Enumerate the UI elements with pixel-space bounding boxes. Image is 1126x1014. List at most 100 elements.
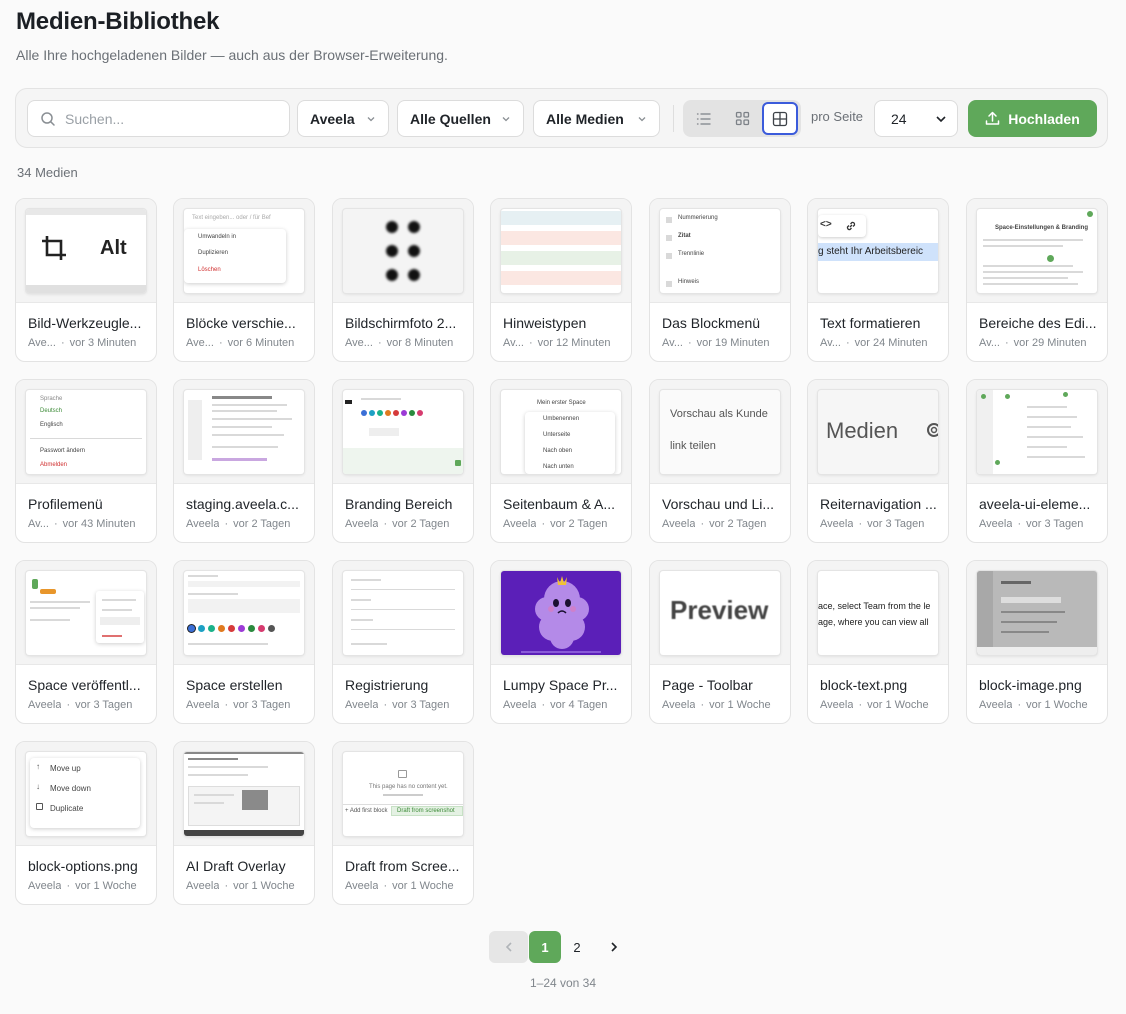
media-card[interactable]: AI Draft Overlay Aveela · vor 1 Woche — [173, 741, 315, 905]
thumbnail-frame: This page has no content yet. + Add firs… — [333, 742, 473, 846]
drag-handle-icon — [386, 221, 420, 281]
per-page-value: 24 — [891, 110, 907, 127]
media-meta: Aveela · vor 2 Tagen — [186, 518, 314, 530]
search-box[interactable] — [27, 100, 290, 137]
list-view-button[interactable] — [686, 102, 722, 135]
media-card[interactable]: Branding Bereich Aveela · vor 2 Tagen — [332, 379, 474, 543]
chevron-right-icon — [611, 942, 618, 952]
thumb-text: Draft from screenshot — [397, 808, 455, 814]
media-time: vor 2 Tagen — [709, 518, 767, 530]
upload-button[interactable]: Hochladen — [968, 100, 1097, 137]
thumbnail-frame — [333, 380, 473, 484]
media-card[interactable]: Registrierung Aveela · vor 3 Tagen — [332, 560, 474, 724]
page-title: Medien-Bibliothek — [16, 8, 220, 35]
media-thumbnail: Preview — [660, 571, 780, 655]
media-card[interactable]: Preview Page - Toolbar Aveela · vor 1 Woch… — [649, 560, 791, 724]
meta-dot: · — [54, 518, 58, 530]
media-name: block-image.png — [979, 677, 1082, 693]
media-name: Profilemenü — [28, 496, 103, 512]
media-time: vor 3 Tagen — [75, 699, 133, 711]
media-card[interactable]: aveela-ui-eleme... Aveela · vor 3 Tagen — [966, 379, 1108, 543]
source-filter-dropdown[interactable]: Alle Quellen — [397, 100, 524, 137]
meta-dot: · — [541, 699, 546, 711]
chevron-down-icon — [936, 116, 946, 123]
search-input[interactable] — [65, 110, 265, 127]
media-source: Aveela — [28, 699, 62, 711]
media-name: Hinweistypen — [503, 315, 587, 331]
copy-icon — [36, 803, 43, 810]
media-meta: Aveela · vor 3 Tagen — [28, 699, 156, 711]
media-card[interactable]: Hinweistypen Av... · vor 12 Minuten — [490, 198, 632, 362]
media-card[interactable]: Vorschau als Kunde link teilen Vorschau … — [649, 379, 791, 543]
media-meta: Aveela · vor 2 Tagen — [662, 518, 790, 530]
media-thumbnail: ace, select Team from the le age, where … — [818, 571, 938, 655]
media-thumbnail — [343, 571, 463, 655]
thumb-text: Text eingeben... oder / für Bef — [192, 215, 271, 221]
media-card[interactable]: block-image.png Aveela · vor 1 Woche — [966, 560, 1108, 724]
media-card[interactable]: Alt Bild-Werkzeugle... Ave... · vor 3 Minu… — [15, 198, 157, 362]
media-card[interactable]: This page has no content yet. + Add firs… — [332, 741, 474, 905]
media-card[interactable]: ace, select Team from the le age, where … — [807, 560, 949, 724]
meta-dot: · — [66, 699, 71, 711]
grid-view-button[interactable] — [724, 102, 760, 135]
media-source: Aveela — [345, 699, 379, 711]
thumb-text: Move up — [50, 764, 81, 773]
media-card[interactable]: ↑ Move up ↓ Move down Duplicate block-op… — [15, 741, 157, 905]
media-card[interactable]: Space erstellen Aveela · vor 3 Tagen — [173, 560, 315, 724]
media-card[interactable]: <> g steht Ihr Arbeitsbereic Text format… — [807, 198, 949, 362]
thumb-text: + Add first block — [345, 808, 388, 814]
thumb-text: Englisch — [40, 422, 63, 428]
source-filter-label: Alle Quellen — [410, 110, 491, 127]
media-card[interactable]: Space veröffentl... Aveela · vor 3 Tagen — [15, 560, 157, 724]
media-card[interactable]: Space-Einstellungen & Branding Bereiche … — [966, 198, 1108, 362]
page-button[interactable]: 1 — [529, 931, 561, 963]
code-icon: <> — [820, 219, 832, 230]
media-meta: Ave... · vor 8 Minuten — [345, 337, 473, 349]
media-source: Aveela — [345, 880, 379, 892]
media-time: vor 1 Woche — [1026, 699, 1088, 711]
media-source: Av... — [662, 337, 683, 349]
media-time: vor 24 Minuten — [854, 337, 928, 349]
view-mode-toggle — [683, 100, 801, 137]
media-time: vor 3 Tagen — [1026, 518, 1084, 530]
media-name: Bereiche des Edi... — [979, 315, 1097, 331]
chevron-down-icon — [502, 117, 510, 122]
thumbnail-frame — [491, 199, 631, 303]
space-filter-label: Aveela — [310, 110, 355, 127]
thumb-text: Deutsch — [40, 408, 63, 414]
media-thumbnail: Medien — [818, 390, 938, 474]
previous-page-button[interactable] — [489, 931, 528, 963]
media-name: Branding Bereich — [345, 496, 453, 512]
meta-dot: · — [846, 337, 850, 349]
meta-dot: · — [224, 699, 229, 711]
meta-dot: · — [858, 699, 863, 711]
media-card[interactable]: Sprache Deutsch Englisch Passwort ändern… — [15, 379, 157, 543]
media-card[interactable]: Bildschirmfoto 2... Ave... · vor 8 Minuten — [332, 198, 474, 362]
next-page-button[interactable] — [593, 931, 635, 963]
media-thumbnail — [501, 571, 621, 655]
media-card[interactable]: Medien Reiternavigation ... Aveela · vor 3… — [807, 379, 949, 543]
media-card[interactable]: Nummerierung Zitat Trennlinie Hinweis Da… — [649, 198, 791, 362]
media-time: vor 2 Tagen — [550, 518, 608, 530]
media-filter-dropdown[interactable]: Alle Medien — [533, 100, 660, 137]
page-button[interactable]: 2 — [561, 931, 593, 963]
media-time: vor 1 Woche — [867, 699, 929, 711]
per-page-select[interactable]: 24 — [874, 100, 958, 137]
media-source: Aveela — [662, 699, 696, 711]
thumbnail-frame — [174, 380, 314, 484]
thumb-text: Move down — [50, 784, 91, 793]
media-card[interactable]: Text eingeben... oder / für Bef Umwandel… — [173, 198, 315, 362]
media-card[interactable]: Lumpy Space Pr... Aveela · vor 4 Tagen — [490, 560, 632, 724]
media-name: Draft from Scree... — [345, 858, 460, 874]
media-source: Av... — [820, 337, 841, 349]
upload-icon — [985, 111, 1000, 125]
media-name: Vorschau und Li... — [662, 496, 775, 512]
space-filter-dropdown[interactable]: Aveela — [297, 100, 389, 137]
media-card[interactable]: Mein erster Space Umbenennen Unterseite … — [490, 379, 632, 543]
large-grid-view-button[interactable] — [762, 102, 798, 135]
thumb-text: g steht Ihr Arbeitsbereic — [818, 246, 924, 257]
media-meta: Aveela · vor 2 Tagen — [345, 518, 473, 530]
media-card[interactable]: staging.aveela.c... Aveela · vor 2 Tagen — [173, 379, 315, 543]
link-icon — [846, 221, 856, 231]
arrow-down-icon: ↓ — [36, 782, 40, 791]
